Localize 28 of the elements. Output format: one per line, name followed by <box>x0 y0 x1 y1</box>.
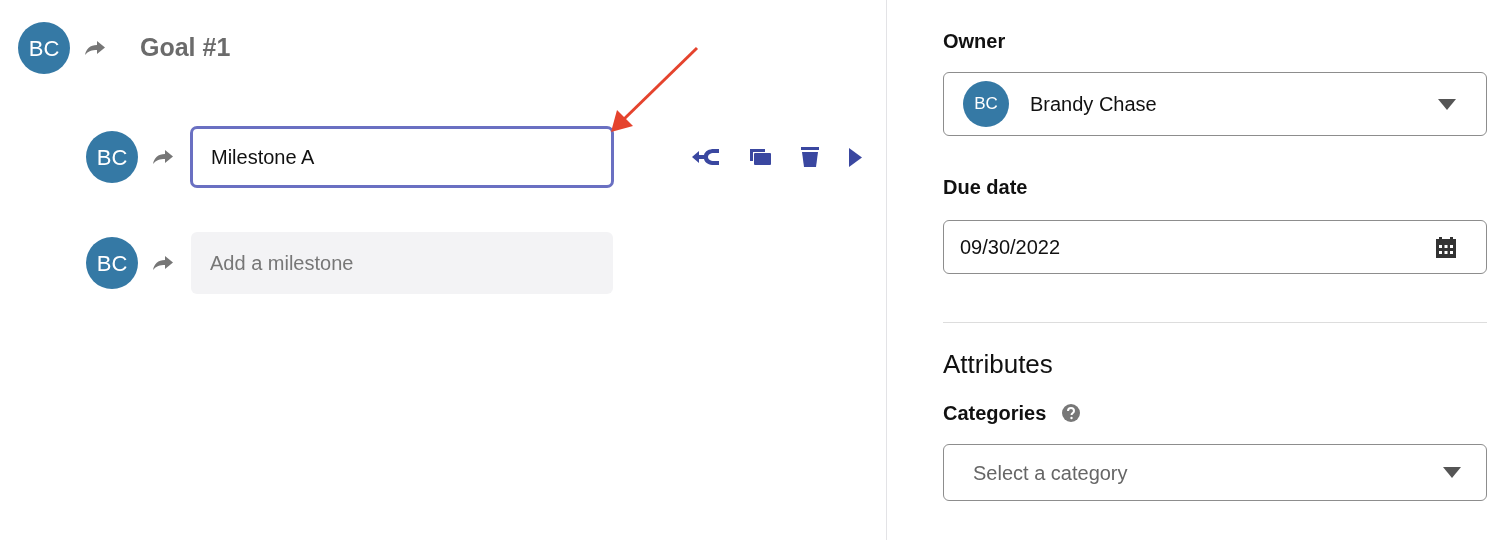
share-arrow-icon <box>152 255 174 271</box>
avatar: BC <box>86 237 138 289</box>
owner-name: Brandy Chase <box>1030 92 1158 117</box>
field-label: Categories <box>943 401 1047 426</box>
section-heading: Attributes <box>943 348 1054 381</box>
milestone-field[interactable]: Milestone A <box>190 126 614 188</box>
owner-select[interactable]: BC Brandy Chase <box>943 72 1487 136</box>
date-field[interactable]: 09/30/2022 <box>943 220 1487 274</box>
milestone-field[interactable]: Add a milestone <box>191 232 613 294</box>
category-select[interactable]: Select a category <box>943 444 1487 501</box>
avatar: BC <box>963 81 1009 127</box>
share-arrow-icon <box>152 149 174 165</box>
caret-icon <box>1438 98 1456 110</box>
help-icon[interactable] <box>1062 404 1081 422</box>
goal-title: Goal #1 <box>140 32 231 64</box>
avatar: BC <box>86 131 138 183</box>
field-label: Due date <box>943 175 1029 200</box>
caret-icon <box>1443 467 1461 478</box>
calendar-icon[interactable] <box>1436 236 1456 258</box>
share-arrow-icon <box>84 40 106 56</box>
branch-icon[interactable] <box>692 147 720 167</box>
field-label: Owner <box>943 29 1007 54</box>
date-value: 09/30/2022 <box>960 235 1062 260</box>
play-icon[interactable] <box>849 147 862 167</box>
avatar: BC <box>18 22 70 74</box>
trash-icon[interactable] <box>801 147 819 167</box>
select-placeholder: Select a category <box>973 460 1129 486</box>
copy-icon[interactable] <box>750 149 771 165</box>
